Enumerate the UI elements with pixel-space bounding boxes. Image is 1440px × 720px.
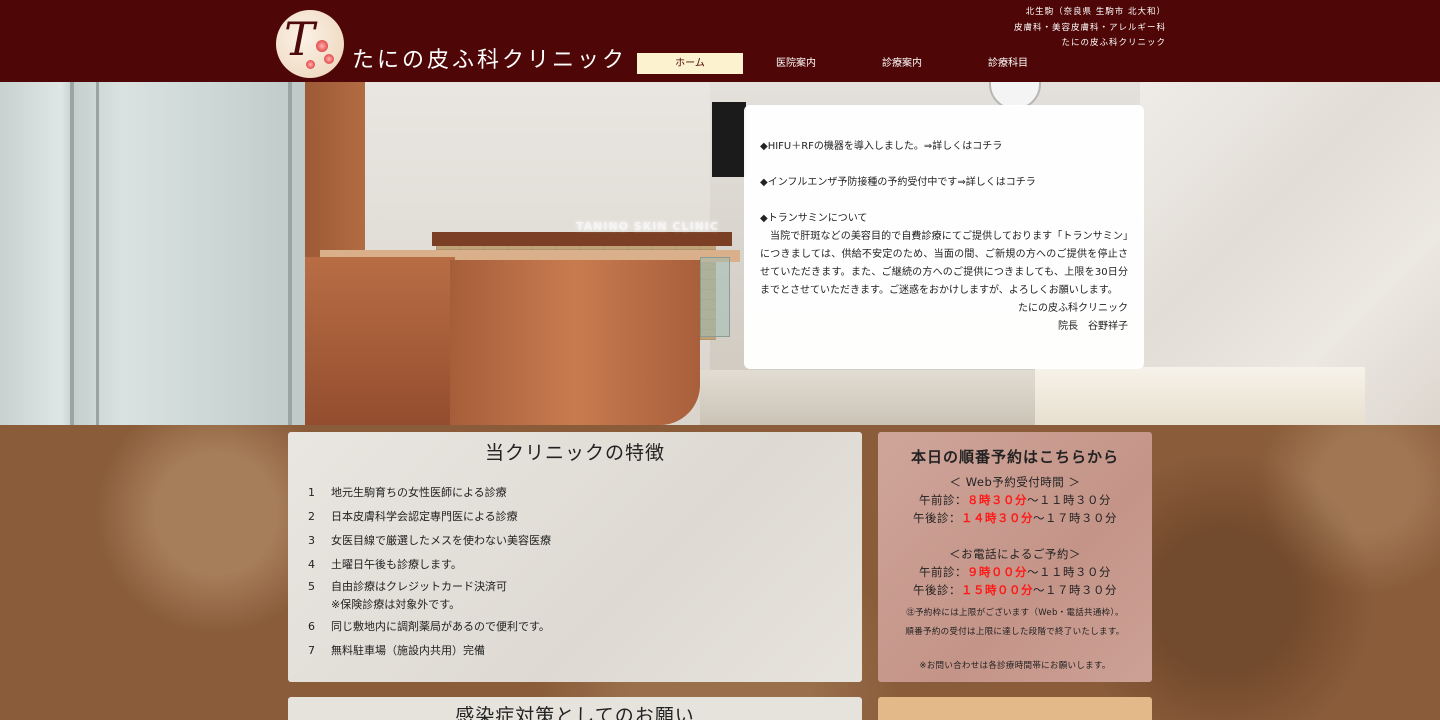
reservation-note-close: 順番予約の受付は上限に達した段階で終了いたします。 [905, 627, 1125, 637]
logo-flower-icon [306, 60, 315, 69]
feature-text: 地元生駒育ちの女性医師による診療 [331, 486, 507, 499]
header-info-departments: 皮膚科・美容皮膚科・アレルギー科 [1013, 22, 1166, 33]
web-hours-am: 午前診：８時３０分～１１時３０分 [919, 493, 1111, 507]
feature-text: 無料駐車場（施設内共用）完備 [331, 644, 485, 657]
news-hifu-link[interactable]: ◆HIFU＋RFの機器を導入しました。⇒詳しくはコチラ [760, 138, 1128, 156]
reservation-note-inquiry: ※お問い合わせは各診療時間帯にお願いします。 [919, 661, 1111, 671]
feature-number: 4 [308, 558, 315, 571]
hero-glass-partition [0, 82, 305, 425]
hero-glass-frame [70, 82, 74, 425]
feature-text: 女医目線で厳選したメスを使わない美容医療 [331, 534, 551, 547]
hero-glass-frame [96, 82, 99, 425]
list-item: 6 同じ敷地内に調剤薬局があるので便利です。 [308, 618, 551, 636]
hero-sofa [1035, 367, 1365, 425]
infection-box: 感染症対策としてのお願い [288, 697, 862, 720]
nav-departments[interactable]: 診療科目 [955, 53, 1061, 74]
feature-number: 6 [308, 620, 315, 633]
hero-glass-case [700, 257, 730, 337]
hero-counter-low [305, 257, 455, 425]
logo-flower-icon [316, 40, 328, 52]
feature-number: 7 [308, 644, 315, 657]
nav-clinic-info[interactable]: 医院案内 [743, 53, 849, 74]
list-item: 3 女医目線で厳選したメスを使わない美容医療 [308, 532, 551, 550]
nav-home[interactable]: ホーム [637, 53, 743, 74]
news-tranexamic-body: 当院で肝斑などの美容目的で自費診療にてご提供しております「トランサミン」につきま… [760, 231, 1128, 296]
side-box-lower [878, 697, 1152, 720]
news-box: ◆HIFU＋RFの機器を導入しました。⇒詳しくはコチラ ◆インフルエンザ予防接種… [744, 105, 1144, 369]
news-influenza-link[interactable]: ◆インフルエンザ予防接種の予約受付中です⇒詳しくはコチラ [760, 174, 1128, 192]
feature-text: 自由診療はクレジットカード決済可 [331, 580, 507, 593]
features-list: 1 地元生駒育ちの女性医師による診療 2 日本皮膚科学会認定専門医による診療 3… [308, 484, 551, 660]
feature-number: 3 [308, 534, 315, 547]
features-title: 当クリニックの特徴 [484, 442, 665, 464]
logo-letter: T [284, 12, 315, 66]
clinic-logo[interactable]: T [276, 10, 344, 78]
feature-number: 2 [308, 510, 315, 523]
list-item: ※保険診療は対象外です。 [308, 596, 551, 614]
list-item: 2 日本皮膚科学会認定専門医による診療 [308, 508, 551, 526]
header-info-clinic: たにの皮ふ科クリニック [1061, 38, 1166, 48]
logo-flower-icon [324, 54, 334, 64]
reservation-note-limit: ㊟予約枠には上限がございます（Web・電話共通枠）。 [906, 608, 1124, 618]
web-hours-heading: ＜ Web予約受付時間 ＞ [949, 475, 1081, 489]
reservation-title[interactable]: 本日の順番予約はこちらから [878, 446, 1152, 467]
feature-number: 1 [308, 486, 315, 499]
tel-hours-am: 午前診：９時００分～１１時３０分 [919, 565, 1111, 579]
feature-note: ※保険診療は対象外です。 [331, 598, 461, 611]
hero-monitor [712, 102, 746, 177]
hero-glass-frame [288, 82, 292, 425]
list-item: 5 自由診療はクレジットカード決済可 [308, 578, 551, 596]
clinic-name[interactable]: たにの皮ふ科クリニック [352, 42, 627, 74]
list-item: 1 地元生駒育ちの女性医師による診療 [308, 484, 551, 502]
feature-number: 5 [308, 580, 315, 593]
hero-reception-counter [450, 260, 700, 425]
nav-medical-info[interactable]: 診療案内 [849, 53, 955, 74]
list-item: 4 土曜日午後も診療します。 [308, 556, 551, 574]
header-info: 北生駒（奈良県 生駒市 北大和） 皮膚科・美容皮膚科・アレルギー科 たにの皮ふ科… [1014, 5, 1166, 52]
tel-hours-pm: 午後診：１５時００分～１７時３０分 [913, 583, 1117, 597]
feature-text: 日本皮膚科学会認定専門医による診療 [331, 510, 518, 523]
list-item: 7 無料駐車場（施設内共用）完備 [308, 642, 551, 660]
news-tranexamic-title: ◆トランサミンについて [760, 213, 868, 224]
features-box: 当クリニックの特徴 1 地元生駒育ちの女性医師による診療 2 日本皮膚科学会認定… [288, 432, 862, 682]
hero-clinic-sign: TANINO SKIN CLINIC [576, 220, 719, 233]
infection-title: 感染症対策としてのお願い [455, 705, 695, 720]
hero-image: TANINO SKIN CLINIC [0, 82, 1440, 425]
web-hours-pm: 午後診：１４時３０分～１７時３０分 [913, 511, 1117, 525]
site-header: T たにの皮ふ科クリニック 北生駒（奈良県 生駒市 北大和） 皮膚科・美容皮膚科… [0, 0, 1440, 82]
news-sign-clinic: たにの皮ふ科クリニック [1018, 303, 1128, 314]
header-info-location: 北生駒（奈良県 生駒市 北大和） [1025, 7, 1166, 17]
feature-text: 土曜日午後も診療します。 [331, 558, 462, 571]
main-nav: ホーム 医院案内 診療案内 診療科目 [637, 53, 1061, 74]
hero-floor [700, 370, 1045, 425]
reservation-box[interactable]: 本日の順番予約はこちらから ＜ Web予約受付時間 ＞ 午前診：８時３０分～１１… [878, 432, 1152, 682]
tel-hours-heading: ＜お電話によるご予約＞ [949, 547, 1081, 561]
news-sign-doctor: 院長 谷野祥子 [1058, 321, 1128, 332]
feature-text: 同じ敷地内に調剤薬局があるので便利です。 [331, 620, 550, 633]
hero-shelf [432, 232, 732, 246]
